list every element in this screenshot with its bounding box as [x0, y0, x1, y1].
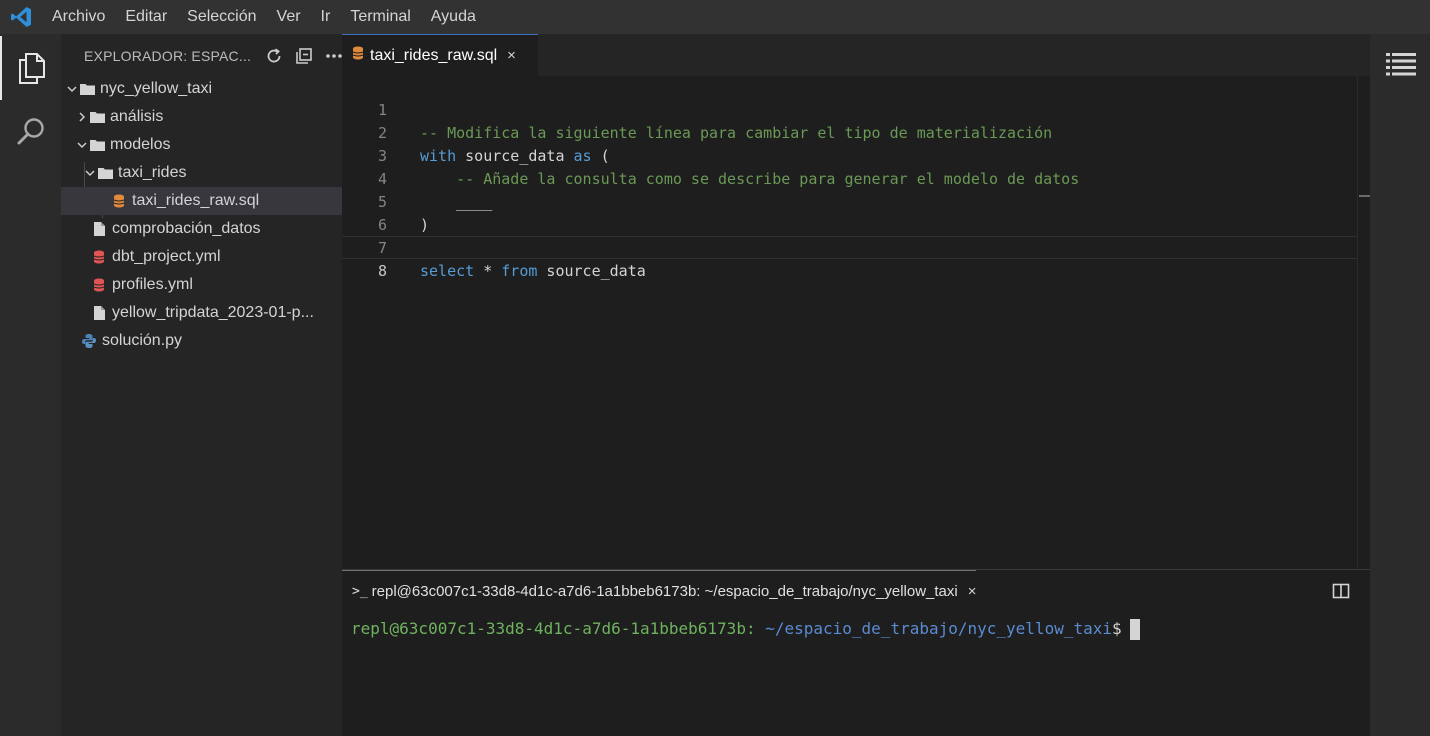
search-icon[interactable] [0, 100, 61, 164]
menu-ayuda[interactable]: Ayuda [421, 0, 486, 34]
tree-label: taxi_rides [118, 164, 187, 181]
code-line: 7 select * from source_data [342, 214, 1358, 280]
code-token: source_data [537, 262, 646, 280]
code-line: 6 [342, 191, 1358, 234]
menu-archivo[interactable]: Archivo [42, 0, 115, 34]
activity-bar [0, 34, 61, 736]
tree-label: dbt_project.yml [112, 248, 221, 265]
line-number: 8 [377, 262, 387, 280]
explorer-title: EXPLORADOR: ESPAC... [84, 48, 252, 64]
terminal-panel: >_ repl@63c007c1-33d8-4d1c-a7d6-1a1bbeb6… [342, 569, 1370, 736]
python-file-icon [81, 334, 97, 348]
yml-file-icon [91, 278, 107, 292]
folder-icon [79, 83, 95, 95]
tree-file-taxi-rides-raw-sql[interactable]: taxi_rides_raw.sql [61, 187, 342, 215]
tree-file-profiles-yml[interactable]: profiles.yml [61, 271, 342, 299]
code-line: 3 -- Añade la consulta como se describe … [342, 122, 1358, 188]
menu-bar: Archivo Editar Selección Ver Ir Terminal… [0, 0, 1430, 34]
terminal-dollar: $ [1112, 619, 1122, 638]
tree-file-dbt-project-yml[interactable]: dbt_project.yml [61, 243, 342, 271]
chevron-down-icon [83, 169, 97, 177]
code-keyword: from [501, 262, 538, 280]
menu-seleccion[interactable]: Selección [177, 0, 266, 34]
close-icon[interactable]: × [507, 47, 516, 64]
code-keyword: select [420, 262, 475, 280]
file-icon [91, 306, 107, 320]
explorer-sidebar: EXPLORADOR: ESPAC... nyc_yellow_taxi aná… [61, 34, 342, 736]
list-view-icon[interactable] [1386, 52, 1416, 76]
tree-folder-taxi-rides[interactable]: taxi_rides [61, 159, 342, 187]
terminal-tab-label: repl@63c007c1-33d8-4d1c-a7d6-1a1bbeb6173… [371, 583, 958, 600]
code-line: 4 ____ [342, 145, 1358, 211]
editor-scrollbar[interactable] [1357, 76, 1371, 568]
menu-ir[interactable]: Ir [311, 0, 341, 34]
terminal-cursor [1129, 619, 1140, 640]
secondary-side-bar [1370, 34, 1430, 736]
terminal-prompt[interactable]: repl@63c007c1-33d8-4d1c-a7d6-1a1bbeb6173… [351, 618, 1140, 640]
code-token: * [474, 262, 502, 280]
yml-file-icon [91, 250, 107, 264]
folder-icon [89, 139, 105, 151]
explorer-icon[interactable] [0, 36, 61, 100]
tree-label: taxi_rides_raw.sql [132, 192, 260, 209]
chevron-down-icon [65, 85, 79, 93]
tab-label: taxi_rides_raw.sql [370, 46, 498, 64]
tree-folder-nyc-yellow-taxi[interactable]: nyc_yellow_taxi [61, 75, 342, 103]
code-line: 2 with source_data as ( [342, 99, 1358, 165]
code-editor[interactable]: 1 -- Modifica la siguiente línea para ca… [342, 76, 1358, 568]
menu-editar[interactable]: Editar [115, 0, 177, 34]
code-line: 1 -- Modifica la siguiente línea para ca… [342, 76, 1358, 142]
tree-folder-analisis[interactable]: análisis [61, 103, 342, 131]
line-text: select * from source_data [420, 260, 646, 283]
chevron-down-icon [75, 141, 89, 149]
vscode-logo-icon [0, 0, 42, 34]
tree-label: nyc_yellow_taxi [100, 80, 213, 97]
split-panel-icon[interactable] [1332, 582, 1350, 600]
tree-label: solución.py [102, 332, 183, 349]
database-file-icon [111, 194, 127, 208]
menu-ver[interactable]: Ver [267, 0, 311, 34]
code-line: 5 ) [342, 168, 1358, 234]
tree-label: análisis [110, 108, 164, 125]
close-icon[interactable]: × [968, 583, 977, 600]
menu-terminal[interactable]: Terminal [340, 0, 420, 34]
refresh-icon[interactable] [259, 44, 289, 68]
explorer-header: EXPLORADOR: ESPAC... [61, 34, 342, 78]
chevron-right-icon [75, 112, 89, 122]
collapse-all-icon[interactable] [289, 44, 319, 68]
code-line-current: 8 [342, 236, 1358, 280]
file-icon [91, 222, 107, 236]
tree-folder-modelos[interactable]: modelos [61, 131, 342, 159]
terminal-icon: >_ [352, 584, 368, 599]
tree-label: profiles.yml [112, 276, 193, 293]
terminal-user: repl@63c007c1-33d8-4d1c-a7d6-1a1bbeb6173… [351, 619, 756, 638]
tab-taxi-rides-raw-sql[interactable]: taxi_rides_raw.sql × [342, 34, 538, 76]
tree-label: yellow_tripdata_2023-01-p... [112, 304, 314, 321]
folder-icon [89, 111, 105, 123]
tree-file-solucion-py[interactable]: solución.py [61, 327, 342, 355]
database-file-icon [352, 46, 364, 65]
tree-label: comprobación_datos [112, 220, 261, 237]
tree-file-yellow-tripdata[interactable]: yellow_tripdata_2023-01-p... [61, 299, 342, 327]
terminal-path: ~/espacio_de_trabajo/nyc_yellow_taxi [755, 619, 1112, 638]
editor-tab-bar: taxi_rides_raw.sql × [342, 34, 1370, 76]
terminal-tab[interactable]: >_ repl@63c007c1-33d8-4d1c-a7d6-1a1bbeb6… [342, 570, 977, 612]
tree-label: modelos [110, 136, 171, 153]
folder-icon [97, 167, 113, 179]
tree-file-comprobacion-datos[interactable]: comprobación_datos [61, 215, 342, 243]
